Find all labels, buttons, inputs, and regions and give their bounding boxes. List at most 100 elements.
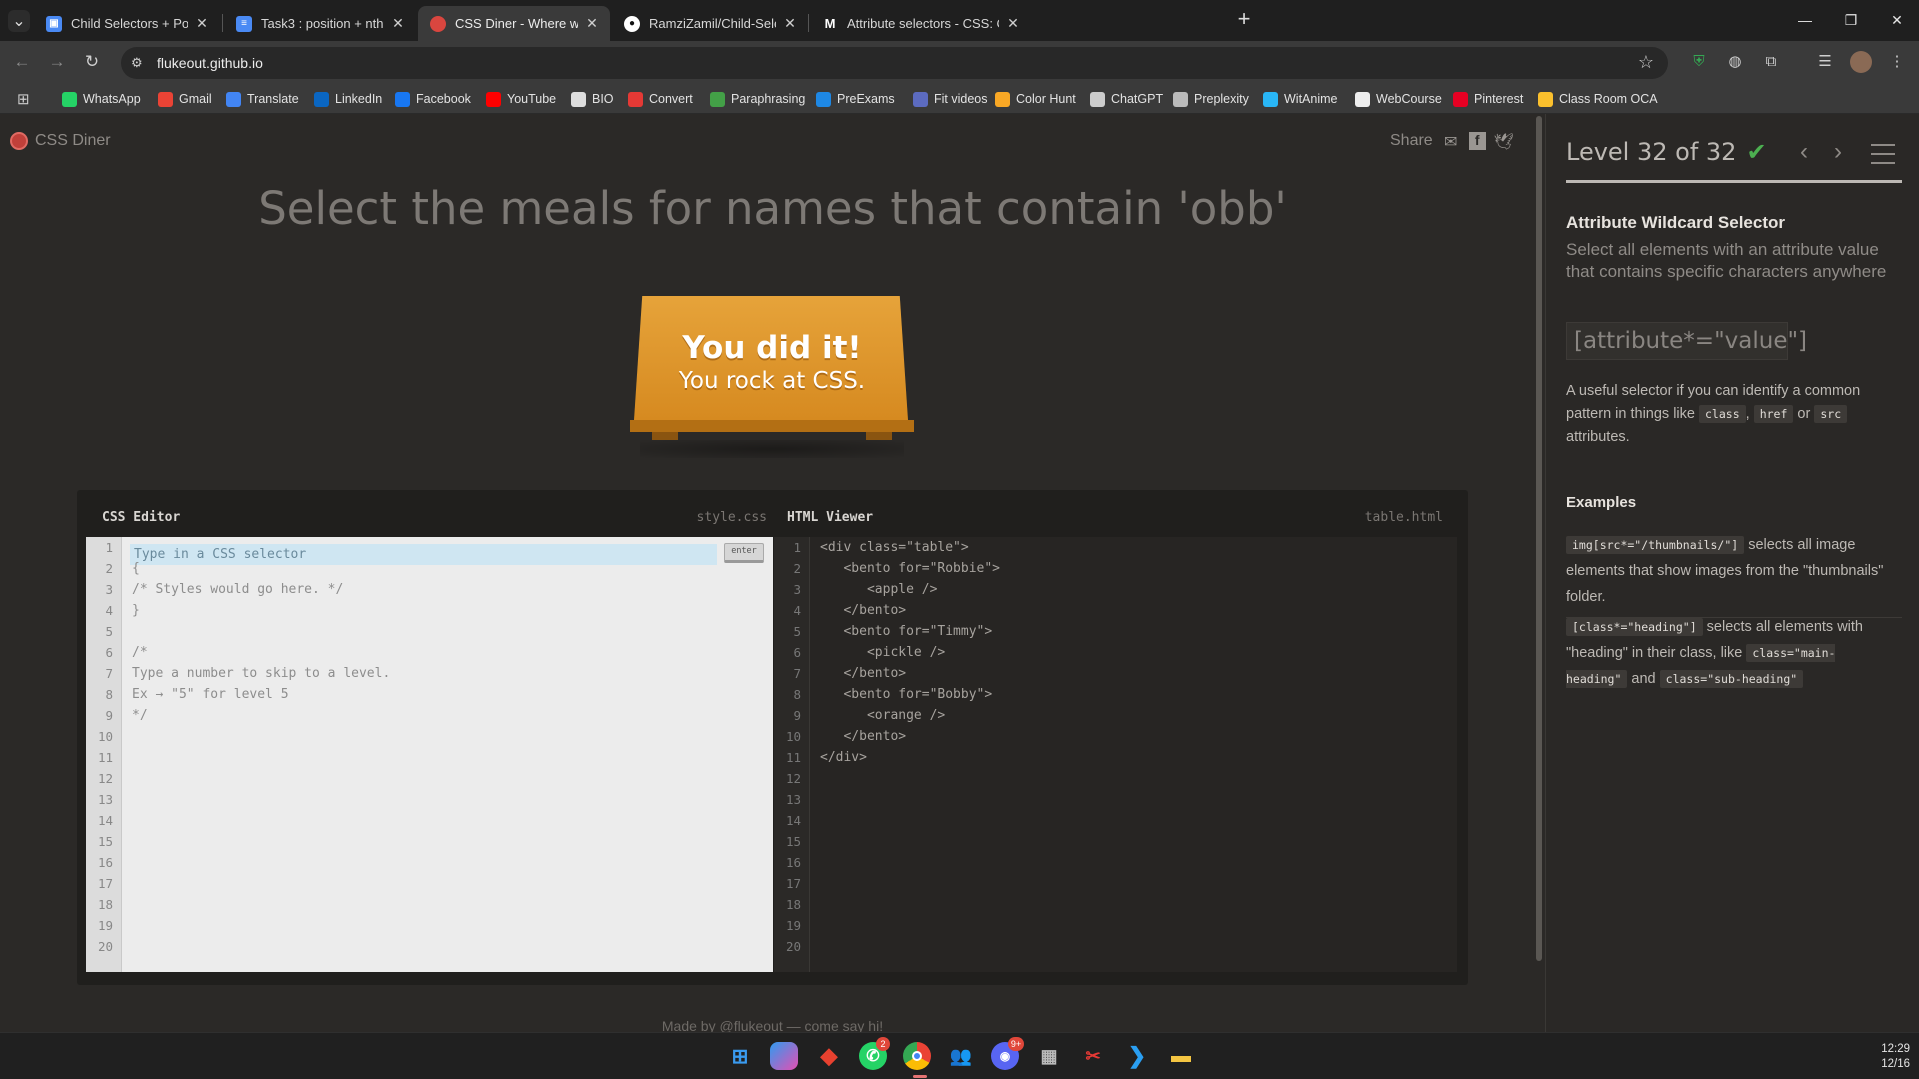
win-title: You did it! [682,330,862,366]
close-icon[interactable]: ✕ [194,15,210,32]
bookmark-paraphrasing[interactable]: Paraphrasing [710,90,805,108]
close-icon[interactable]: ✕ [584,15,600,32]
new-tab-button[interactable]: + [1232,8,1256,32]
tab-title: Attribute selectors - CSS: Cascad [847,16,999,31]
close-icon[interactable]: ✕ [782,15,798,32]
minimize-button[interactable]: — [1790,8,1820,32]
line-number: 6 [105,645,113,660]
chevron-down-icon: ⌄ [12,13,26,30]
file-explorer-icon[interactable]: ▬ [1167,1042,1195,1070]
close-icon[interactable]: ✕ [390,15,406,32]
brand-name: CSS Diner [35,132,111,149]
tab-github[interactable]: ● RamziZamil/Child-Selector ✕ [612,6,808,41]
bookmark-convert[interactable]: Convert [628,90,693,108]
restore-button[interactable]: ❐ [1836,8,1866,32]
tab-css-diner[interactable]: CSS Diner - Where we feast on ✕ [418,6,610,41]
copilot-icon[interactable] [770,1042,798,1070]
snipping-tool-icon[interactable]: ✂ [1079,1042,1107,1070]
bookmark-webcourse[interactable]: WebCourse [1355,90,1442,108]
previous-level-button[interactable]: ‹ [1800,138,1808,166]
example-2: [class*="heading"] selects all elements … [1566,618,1863,688]
linkedin-icon [314,91,329,107]
enter-button[interactable]: enter [724,543,764,563]
bookmark-chatgpt[interactable]: ChatGPT [1090,90,1163,108]
shield-extension-icon[interactable]: ⛨ [1688,51,1710,73]
bookmark-witanime[interactable]: WitAnime [1263,90,1337,108]
level-menu-icon[interactable] [1871,144,1895,171]
bookmark-label: WhatsApp [83,92,141,106]
vscode-app-icon[interactable]: ❯ [1123,1042,1151,1070]
reload-button[interactable]: ↻ [80,50,104,74]
bookmark-bio[interactable]: BIO [571,90,614,108]
bookmark-pinterest[interactable]: Pinterest [1453,90,1523,108]
more-menu-icon[interactable]: ⋮ [1886,51,1908,73]
start-windows-icon[interactable]: ⊞ [726,1042,754,1070]
css-selector-input[interactable] [134,544,714,565]
bookmark-label: Preplexity [1194,92,1249,106]
bookmark-youtube[interactable]: YouTube [486,90,556,108]
html-file-name: table.html [1364,510,1443,525]
reading-list-icon[interactable]: ☰ [1814,51,1836,73]
tab-task3[interactable]: ≡ Task3 : position + nth child - Go ✕ [224,6,416,41]
tab-title: Child Selectors + Position [71,16,188,31]
close-window-button[interactable]: ✕ [1882,8,1912,32]
git-app-icon[interactable]: ◆ [815,1042,843,1070]
bookmark-color-hunt[interactable]: Color Hunt [995,90,1076,108]
github-icon: ● [624,15,640,32]
bookmark-label: Class Room OCA [1559,92,1658,106]
site-info-icon[interactable]: ⚙ [131,55,143,71]
twitter-icon[interactable]: 🕊 [1494,132,1514,151]
line-number: 4 [793,603,801,618]
tab-child-selectors[interactable]: ▣ Child Selectors + Position ✕ [34,6,220,41]
line-number: 5 [793,624,801,639]
forward-button[interactable]: → [45,50,69,74]
email-icon[interactable]: ✉ [1441,132,1461,151]
chevron-right-icon: › [1834,138,1842,165]
code-line: <bento for="Robbie"> [820,561,1001,576]
globe-extension-icon[interactable]: ◍ [1724,51,1746,73]
bookmark-linkedin[interactable]: LinkedIn [314,90,382,108]
extensions-puzzle-icon[interactable]: ⧉ [1760,51,1782,73]
close-icon[interactable]: ✕ [1005,15,1021,32]
bookmark-whatsapp[interactable]: WhatsApp [62,90,141,108]
next-level-button[interactable]: › [1834,138,1842,166]
level-header[interactable]: Level 32 of 32 ✔ [1566,138,1767,166]
calculator-app-icon[interactable]: ▦ [1035,1042,1063,1070]
apps-grid-icon[interactable]: ⊞ [17,90,30,108]
bookmark-fit-videos[interactable]: Fit videos [913,90,988,108]
tab-mdn[interactable]: M Attribute selectors - CSS: Cascad ✕ [810,6,1220,41]
reload-icon: ↻ [84,52,100,71]
bookmark-class-room-oca[interactable]: Class Room OCA [1538,90,1658,108]
line-number: 17 [785,876,801,891]
code-line: </div> [820,750,867,765]
html-markup: <div class="table"> <bento for="Robbie">… [820,537,1000,957]
tab-search-button[interactable]: ⌄ [8,10,30,32]
address-bar[interactable]: ⚙ flukeout.github.io ☆ [121,47,1668,79]
web-page: CSS Diner Share ✉ f 🕊 Select the meals f… [0,114,1919,1034]
code-line: </bento> [820,666,907,681]
plus-icon: + [1237,6,1251,31]
page-scrollbar[interactable] [1533,114,1545,1032]
chrome-app-icon[interactable] [903,1042,931,1070]
teams-app-icon[interactable]: 👥 [947,1042,975,1070]
system-clock[interactable]: 12:29 12/16 [1860,1042,1910,1072]
bookmark-translate[interactable]: Translate [226,90,299,108]
brand[interactable]: CSS Diner [10,132,111,150]
facebook-icon[interactable]: f [1468,132,1486,150]
bookmark-preplexity[interactable]: Preplexity [1173,90,1249,108]
witanime-icon [1263,91,1278,107]
bookmark-gmail[interactable]: Gmail [158,90,212,108]
back-button[interactable]: ← [10,50,34,74]
url-text[interactable]: flukeout.github.io [157,55,263,71]
line-number: 8 [105,687,113,702]
bookmark-star-icon[interactable]: ☆ [1638,52,1654,73]
bookmark-facebook[interactable]: Facebook [395,90,471,108]
bookmark-preexams[interactable]: PreExams [816,90,895,108]
profile-avatar[interactable] [1850,51,1872,73]
paraphrasing-icon [710,91,725,107]
